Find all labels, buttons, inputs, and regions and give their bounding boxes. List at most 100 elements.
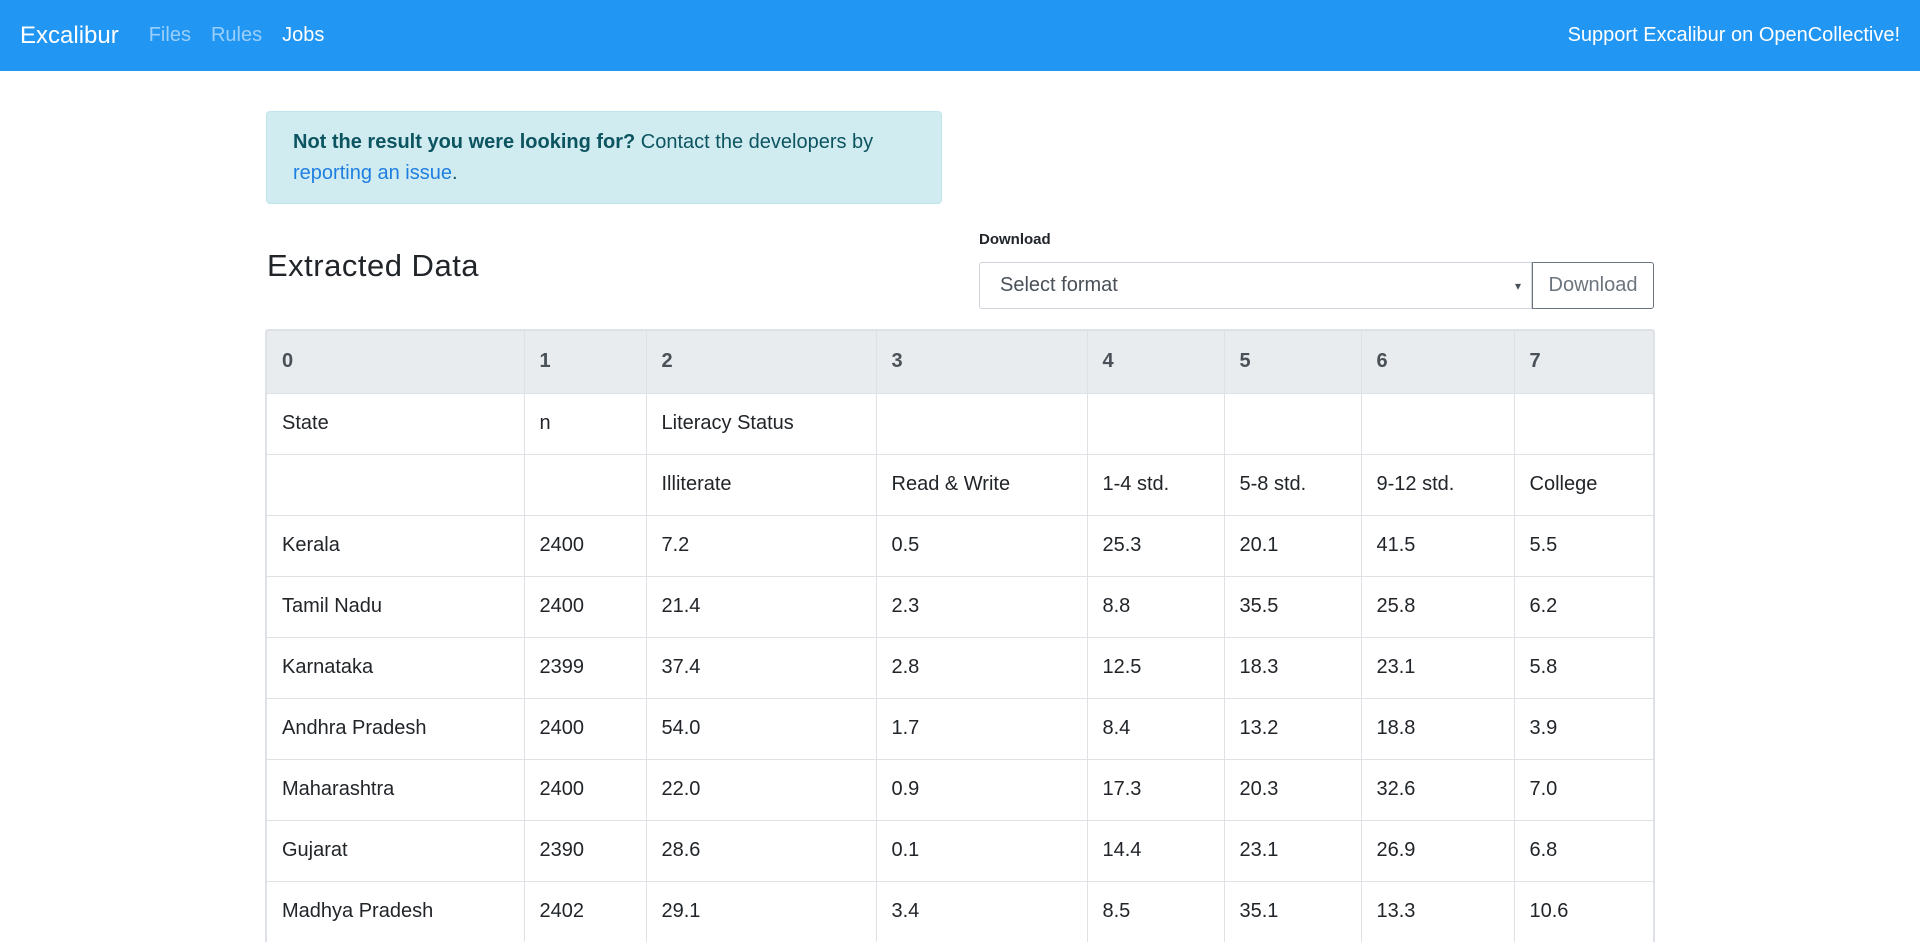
table-cell: 35.1 [1223,880,1362,942]
table-cell: Karnataka [267,636,525,699]
table-cell: 28.6 [645,819,877,882]
nav-link-files[interactable]: Files [149,24,191,47]
table-cell: 2399 [523,636,647,699]
top-navbar: Excalibur Files Rules Jobs Support Excal… [0,0,1920,71]
table-cell: Tamil Nadu [267,575,525,638]
table-cell: 3.4 [875,880,1088,942]
table-cell: 8.5 [1086,880,1225,942]
table-row: Maharashtra 2400 22.0 0.9 17.3 20.3 32.6 7.0 [267,758,1653,821]
support-opencollective-link[interactable]: Support Excalibur on OpenCollective! [1568,24,1900,47]
download-label: Download [979,231,1051,248]
table-cell: 21.4 [645,575,877,638]
table-cell: Maharashtra [267,758,525,821]
table-cell: Illiterate [645,453,877,516]
table-cell: 7.0 [1513,758,1653,821]
table-cell [523,453,647,516]
table-cell: Kerala [267,514,525,577]
column-header-2: 2 [645,331,877,394]
table-cell: 0.9 [875,758,1088,821]
table-cell: 1-4 std. [1086,453,1225,516]
table-cell: 0.1 [875,819,1088,882]
table-cell [1223,392,1362,455]
table-row: State n Literacy Status [267,392,1653,455]
nav-link-rules[interactable]: Rules [211,24,262,47]
table-cell: 54.0 [645,697,877,760]
page-title: Extracted Data [267,248,480,283]
table-row: Kerala 2400 7.2 0.5 25.3 20.1 41.5 5.5 [267,514,1653,577]
table-cell: 9-12 std. [1360,453,1515,516]
alert-text: Contact the developers by [635,131,874,153]
table-header-row: 01234567 [267,331,1653,394]
column-header-0: 0 [267,331,525,394]
column-header-3: 3 [875,331,1088,394]
table-cell: 2402 [523,880,647,942]
table-cell: 10.6 [1513,880,1653,942]
table-row: Karnataka 2399 37.4 2.8 12.5 18.3 23.1 5.8 [267,636,1653,699]
alert-period: . [451,162,458,184]
table-cell: 41.5 [1360,514,1515,577]
table-cell: 2400 [523,758,647,821]
table-cell: 20.3 [1223,758,1362,821]
download-button[interactable]: Download [1532,262,1654,309]
table-cell: 5.5 [1513,514,1653,577]
extracted-data-table: 01234567 State n Literacy Status Illiterate… [267,331,1653,942]
table-cell: 2.3 [875,575,1088,638]
table-cell: 1.7 [875,697,1088,760]
table-cell: State [267,392,525,455]
table-cell: 3.9 [1513,697,1653,760]
table-cell: 32.6 [1360,758,1515,821]
table-cell: 13.3 [1360,880,1515,942]
table-cell: 25.8 [1360,575,1515,638]
table-cell: 18.3 [1223,636,1362,699]
table-cell: 2400 [523,575,647,638]
table-row: Tamil Nadu 2400 21.4 2.3 8.8 35.5 25.8 6.2 [267,575,1653,638]
table-cell: 26.9 [1360,819,1515,882]
table-cell: 2.8 [875,636,1088,699]
table-cell: 2390 [523,819,647,882]
table-cell: 8.8 [1086,575,1225,638]
table-cell: 25.3 [1086,514,1225,577]
table-cell [1513,392,1653,455]
format-select[interactable]: Select format ▾ [979,262,1532,309]
caret-down-icon: ▾ [1514,279,1521,293]
table-cell: 35.5 [1223,575,1362,638]
format-select-value: Select format [1000,274,1118,296]
table-cell: Gujarat [267,819,525,882]
table-cell: 0.5 [875,514,1088,577]
table-cell: 2400 [523,697,647,760]
column-header-5: 5 [1223,331,1362,394]
extracted-data-table-container: 01234567 State n Literacy Status Illiterate… [265,329,1655,942]
table-cell: 5-8 std. [1223,453,1362,516]
table-cell: 5.8 [1513,636,1653,699]
table-row: Andhra Pradesh 2400 54.0 1.7 8.4 13.2 18.8 3.9 [267,697,1653,760]
table-cell: Madhya Pradesh [267,880,525,942]
table-cell: 20.1 [1223,514,1362,577]
table-cell: n [523,392,647,455]
table-cell: College [1513,453,1653,516]
table-cell: 22.0 [645,758,877,821]
table-cell: 12.5 [1086,636,1225,699]
brand-logo-link[interactable]: Excalibur [20,22,119,50]
table-cell [1360,392,1515,455]
table-cell: 18.8 [1360,697,1515,760]
alert-strong-text: Not the result you were looking for? [293,131,636,153]
table-cell: 6.2 [1513,575,1653,638]
table-cell: 23.1 [1360,636,1515,699]
table-cell: 7.2 [645,514,877,577]
column-header-4: 4 [1086,331,1225,394]
nav-link-jobs[interactable]: Jobs [282,24,324,47]
table-cell: Read & Write [875,453,1088,516]
report-issue-link[interactable]: reporting an issue [293,162,452,184]
table-body: State n Literacy Status Illiterate Read & Wr… [267,392,1653,942]
table-cell: 17.3 [1086,758,1225,821]
table-cell: 13.2 [1223,697,1362,760]
table-cell: Literacy Status [645,392,877,455]
column-header-1: 1 [523,331,647,394]
table-row: Madhya Pradesh 2402 29.1 3.4 8.5 35.1 13.3 10.6 [267,880,1653,942]
table-cell: 2400 [523,514,647,577]
table-row: Gujarat 2390 28.6 0.1 14.4 23.1 26.9 6.8 [267,819,1653,882]
table-cell: 37.4 [645,636,877,699]
column-header-7: 7 [1513,331,1653,394]
table-cell: 14.4 [1086,819,1225,882]
table-cell: 29.1 [645,880,877,942]
